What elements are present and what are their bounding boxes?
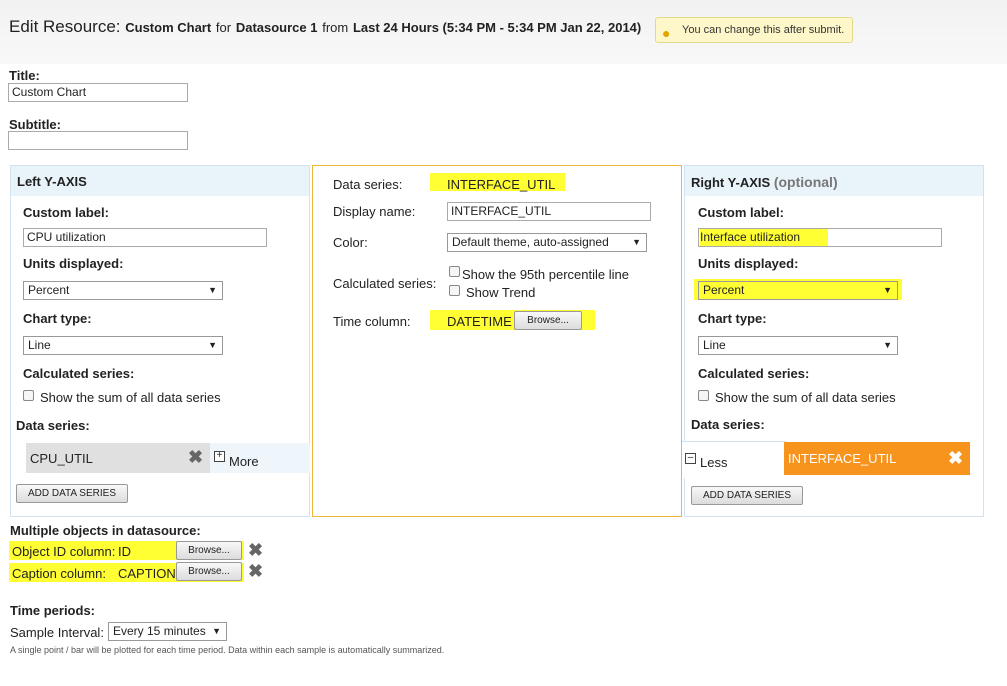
trend-checkbox[interactable]	[449, 285, 460, 296]
time-column-browse-button[interactable]: Browse...	[514, 311, 582, 330]
right-custom-label-label: Custom label:	[698, 205, 784, 220]
right-units-value: Percent	[703, 283, 745, 297]
chevron-down-icon: ▼	[212, 626, 221, 636]
caption-value: CAPTION	[118, 566, 176, 581]
right-calc-label: Calculated series:	[698, 366, 810, 381]
right-series-name: INTERFACE_UTIL	[788, 451, 897, 466]
title-label: Title:	[9, 68, 40, 83]
chevron-down-icon: ▼	[883, 340, 892, 350]
right-axis-optional: (optional)	[773, 174, 838, 190]
close-icon[interactable]: ✖	[248, 562, 263, 580]
left-custom-label-label: Custom label:	[23, 205, 109, 220]
tip-box: ● You can change this after submit.	[655, 17, 854, 43]
close-icon[interactable]: ✖	[188, 448, 203, 466]
color-value: Default theme, auto-assigned	[452, 235, 609, 249]
right-units-label: Units displayed:	[698, 256, 799, 271]
caption-label: Caption column:	[12, 566, 106, 581]
datasource-name: Datasource 1	[235, 20, 318, 35]
time-periods-heading: Time periods:	[10, 603, 96, 618]
right-chart-type-value: Line	[703, 338, 726, 352]
subtitle-input[interactable]	[8, 131, 188, 150]
right-axis-heading-text: Right Y-AXIS	[691, 175, 771, 190]
color-label: Color:	[333, 235, 368, 250]
right-custom-label-value: Interface utilization	[700, 229, 828, 246]
right-sum-checkbox[interactable]	[698, 390, 709, 401]
left-units-select[interactable]: Percent ▼	[23, 281, 223, 300]
right-axis-heading: Right Y-AXIS (optional)	[691, 174, 838, 190]
object-id-browse-button[interactable]: Browse...	[176, 541, 242, 560]
left-chart-type-select[interactable]: Line ▼	[23, 336, 223, 355]
percentile-label: Show the 95th percentile line	[462, 267, 629, 282]
trend-label: Show Trend	[466, 285, 536, 300]
left-sum-checkbox[interactable]	[23, 390, 34, 401]
lightbulb-icon: ●	[662, 25, 671, 41]
minus-box-icon[interactable]: –	[685, 453, 696, 464]
display-name-input[interactable]: INTERFACE_UTIL	[447, 202, 651, 221]
percentile-checkbox[interactable]	[449, 266, 460, 277]
title-input[interactable]: Custom Chart	[8, 83, 188, 102]
left-units-label: Units displayed:	[23, 256, 124, 271]
less-toggle-area	[682, 441, 786, 478]
time-range: Last 24 Hours (5:34 PM - 5:34 PM Jan 22,…	[352, 20, 642, 35]
data-series-label: Data series:	[333, 177, 403, 192]
chevron-down-icon: ▼	[208, 285, 217, 295]
page-title: Edit Resource: Custom Chart for Datasour…	[9, 17, 641, 37]
chevron-down-icon: ▼	[883, 285, 892, 295]
caption-browse-button[interactable]: Browse...	[176, 562, 242, 581]
tip-text: You can change this after submit.	[682, 24, 845, 36]
subtitle-label: Subtitle:	[9, 117, 61, 132]
right-data-series-label: Data series:	[691, 417, 765, 432]
sample-interval-select[interactable]: Every 15 minutes ▼	[108, 622, 227, 641]
for-text: for	[215, 20, 232, 35]
right-chart-type-select[interactable]: Line ▼	[698, 336, 898, 355]
close-icon[interactable]: ✖	[248, 541, 263, 559]
sample-interval-value: Every 15 minutes	[113, 624, 206, 638]
right-chart-type-label: Chart type:	[698, 311, 767, 326]
display-name-label: Display name:	[333, 204, 416, 219]
left-add-data-series-button[interactable]: ADD DATA SERIES	[16, 484, 128, 503]
data-series-value: INTERFACE_UTIL	[447, 177, 556, 192]
color-select[interactable]: Default theme, auto-assigned ▼	[447, 233, 647, 252]
left-axis-header: Left Y-AXIS	[11, 166, 309, 196]
close-icon[interactable]: ✖	[948, 449, 963, 467]
left-custom-label-input[interactable]: CPU utilization	[23, 228, 267, 247]
time-column-label: Time column:	[333, 314, 411, 329]
object-id-value: ID	[118, 544, 131, 559]
left-more-link[interactable]: More	[229, 454, 259, 469]
right-series-item[interactable]: INTERFACE_UTIL ✖	[784, 442, 970, 475]
chevron-down-icon: ▼	[632, 237, 641, 247]
left-data-series-label: Data series:	[16, 418, 90, 433]
right-add-data-series-button[interactable]: ADD DATA SERIES	[691, 486, 803, 505]
left-series-item[interactable]: CPU_UTIL ✖	[26, 443, 210, 473]
left-axis-heading: Left Y-AXIS	[17, 174, 87, 189]
left-sum-label: Show the sum of all data series	[40, 390, 221, 405]
multi-objects-heading: Multiple objects in datasource:	[10, 523, 201, 538]
plus-box-icon[interactable]: +	[214, 451, 225, 462]
calc-series-label: Calculated series:	[333, 276, 437, 291]
left-units-value: Percent	[28, 283, 70, 297]
object-id-label: Object ID column:	[12, 544, 116, 559]
right-less-link[interactable]: Less	[700, 455, 727, 470]
right-custom-label-input[interactable]: Interface utilization	[698, 228, 942, 247]
time-periods-note: A single point / bar will be plotted for…	[10, 645, 445, 655]
left-series-name: CPU_UTIL	[30, 451, 93, 466]
left-calc-label: Calculated series:	[23, 366, 135, 381]
title-prefix: Edit Resource:	[9, 17, 121, 36]
right-units-select[interactable]: Percent ▼	[698, 281, 898, 300]
from-text: from	[322, 20, 349, 35]
time-column-value: DATETIME	[447, 314, 512, 329]
right-sum-label: Show the sum of all data series	[715, 390, 896, 405]
sample-interval-label: Sample Interval:	[10, 625, 104, 640]
chevron-down-icon: ▼	[208, 340, 217, 350]
left-chart-type-value: Line	[28, 338, 51, 352]
left-chart-type-label: Chart type:	[23, 311, 92, 326]
right-axis-header: Right Y-AXIS (optional)	[685, 166, 983, 196]
resource-name: Custom Chart	[125, 20, 212, 35]
